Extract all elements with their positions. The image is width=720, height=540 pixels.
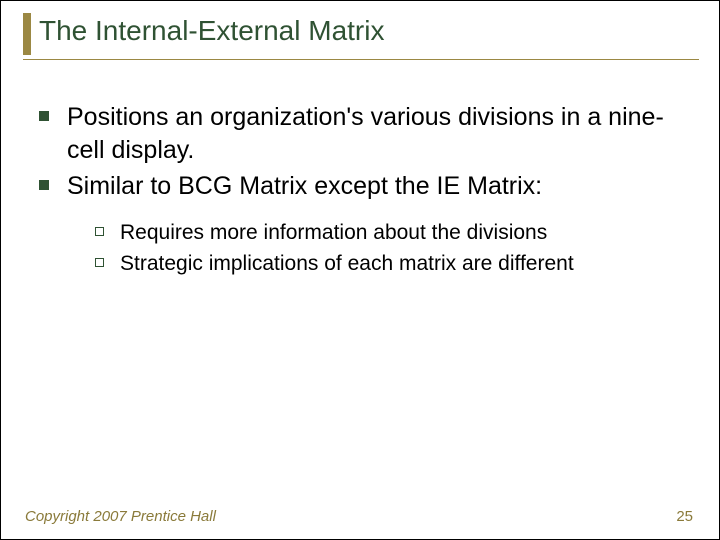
- list-item: Strategic implications of each matrix ar…: [95, 250, 679, 277]
- subbullet-text: Requires more information about the divi…: [120, 219, 547, 246]
- list-item: Similar to BCG Matrix except the IE Matr…: [39, 170, 679, 203]
- square-bullet-icon: [39, 111, 49, 121]
- content-area: Positions an organization's various divi…: [39, 101, 679, 281]
- square-bullet-icon: [39, 180, 49, 190]
- subbullet-text: Strategic implications of each matrix ar…: [120, 250, 574, 277]
- bullet-text: Positions an organization's various divi…: [67, 101, 679, 166]
- list-item: Positions an organization's various divi…: [39, 101, 679, 166]
- list-item: Requires more information about the divi…: [95, 219, 679, 246]
- sub-list: Requires more information about the divi…: [95, 219, 679, 278]
- slide-title: The Internal-External Matrix: [39, 15, 384, 47]
- footer-copyright: Copyright 2007 Prentice Hall: [25, 508, 216, 525]
- hollow-square-bullet-icon: [95, 258, 104, 267]
- title-accent-bar: [23, 13, 31, 55]
- page-number: 25: [676, 508, 693, 525]
- hollow-square-bullet-icon: [95, 227, 104, 236]
- bullet-text: Similar to BCG Matrix except the IE Matr…: [67, 170, 542, 203]
- title-underline: [23, 59, 699, 60]
